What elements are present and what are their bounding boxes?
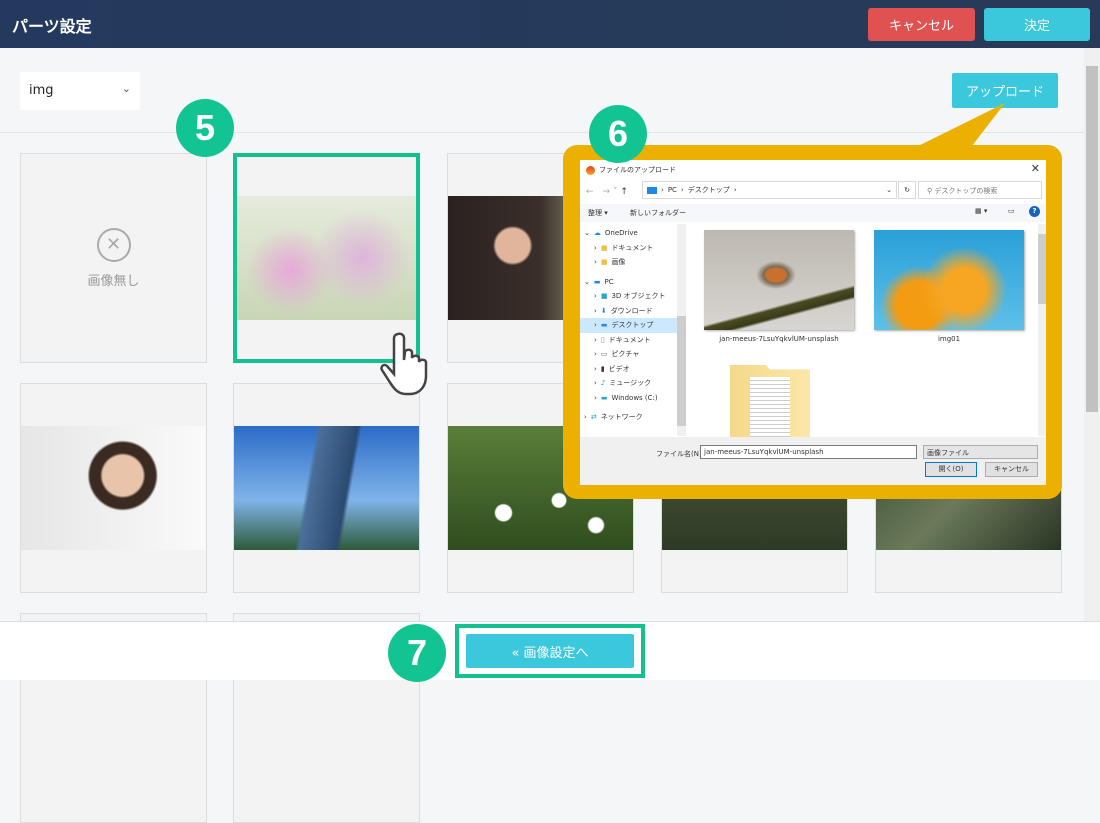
pc-icon — [647, 187, 657, 194]
new-folder-button[interactable]: 新しいフォルダー — [630, 208, 686, 218]
search-input[interactable]: ⚲ デスクトップの検索 — [918, 181, 1042, 199]
to-image-settings-button[interactable]: « 画像設定へ — [466, 634, 634, 668]
tree-item[interactable]: › ▬Windows (C:) — [580, 391, 686, 406]
breadcrumb-pc[interactable]: PC — [668, 186, 677, 194]
file-thumb-img01[interactable] — [874, 230, 1024, 330]
filetype-select[interactable]: 画像ファイル — [923, 445, 1038, 459]
step-badge-7: 7 — [388, 624, 446, 682]
tree-item[interactable]: › ▮ビデオ — [580, 362, 686, 377]
help-icon[interactable]: ? — [1029, 206, 1040, 217]
tree-item[interactable]: › ▭ピクチャ — [580, 347, 686, 362]
no-image-label: 画像無し — [87, 270, 139, 289]
chevron-down-icon: ⌄ — [886, 186, 892, 194]
address-bar[interactable]: ›PC›デスクトップ›⌄ — [642, 181, 897, 199]
confirm-button[interactable]: 決定 — [984, 8, 1090, 41]
folder-select[interactable]: img ⌄ — [20, 72, 140, 110]
refresh-icon[interactable]: ↻ — [898, 181, 916, 199]
file-thumb-robin[interactable] — [704, 230, 854, 330]
tree-item[interactable]: › ⇄ネットワーク — [580, 410, 686, 425]
hand-pointer-icon — [378, 330, 434, 396]
step-badge-6: 6 — [589, 105, 647, 163]
tree-item[interactable]: › ■3D オブジェクト — [580, 289, 686, 304]
image-tile-none[interactable]: ✕ 画像無し — [20, 153, 207, 363]
file-name[interactable]: jan-meeus-7LsuYqkvlUM-unsplash — [704, 335, 854, 343]
files-scrollbar[interactable] — [1038, 224, 1046, 436]
tree-item[interactable]: › ▬デスクトップ — [580, 318, 686, 333]
tree-item[interactable]: › ■ドキュメント — [580, 241, 686, 256]
breadcrumb-desktop[interactable]: デスクトップ — [688, 185, 730, 195]
folder-tree[interactable]: ⌄ ☁OneDrive › ■ドキュメント › ■画像 ⌄ ▬PC › ■3D … — [580, 226, 686, 425]
open-button[interactable]: 開く(O) — [925, 462, 977, 477]
folder-icon[interactable] — [730, 365, 810, 437]
chevron-down-icon: ⌄ — [122, 82, 131, 95]
nav-arrows[interactable]: ← → ˅ ↑ — [586, 184, 628, 197]
scrollbar-thumb[interactable] — [1086, 66, 1098, 412]
dialog-title: ファイルのアップロード — [599, 165, 676, 175]
file-upload-dialog: ファイルのアップロード ✕ ← → ˅ ↑ ›PC›デスクトップ›⌄ ↻ ⚲ デ… — [580, 160, 1046, 485]
dialog-cancel-button[interactable]: キャンセル — [985, 462, 1038, 477]
close-icon[interactable]: ✕ — [1031, 162, 1040, 175]
tree-scrollbar[interactable] — [677, 224, 686, 436]
file-name[interactable]: img01 — [874, 335, 1024, 343]
image-tile-girl[interactable] — [20, 383, 207, 593]
preview-pane-icon[interactable]: ▭ — [1008, 207, 1015, 215]
tree-item[interactable]: › ■画像 — [580, 255, 686, 270]
filename-label: ファイル名(N): — [656, 449, 704, 459]
tree-item[interactable]: › ▯ドキュメント — [580, 333, 686, 348]
tree-item[interactable]: ⌄ ☁OneDrive — [580, 226, 686, 241]
tree-item[interactable]: ⌄ ▬PC — [580, 275, 686, 290]
tree-item[interactable]: › ♪ミュージック — [580, 376, 686, 391]
filename-input[interactable]: jan-meeus-7LsuYqkvlUM-unsplash — [700, 445, 917, 459]
image-tile-buildings[interactable] — [233, 383, 420, 593]
cancel-button[interactable]: キャンセル — [868, 8, 975, 41]
folder-select-value: img — [29, 83, 54, 98]
search-placeholder: デスクトップの検索 — [934, 187, 997, 195]
close-circle-icon: ✕ — [97, 228, 131, 262]
tree-item[interactable]: › ⬇ダウンロード — [580, 304, 686, 319]
page-title: パーツ設定 — [12, 13, 92, 37]
view-options-icon[interactable]: ▦ ▾ — [975, 207, 987, 215]
firefox-icon — [586, 166, 595, 175]
step-badge-5: 5 — [176, 99, 234, 157]
organize-button[interactable]: 整理 ▾ — [588, 208, 608, 218]
